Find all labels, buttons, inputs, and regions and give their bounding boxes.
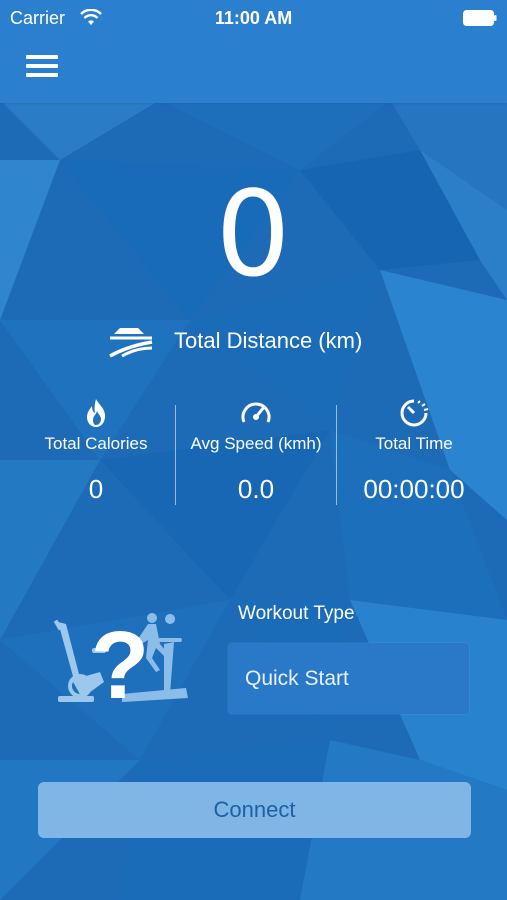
status-time: 11:00 AM [214,8,293,28]
status-bar: Carrier 11:00 AM [0,0,507,36]
stat-total-calories: Total Calories 0 [16,398,176,505]
stat-label: Total Time [375,434,453,453]
flame-icon [87,399,105,427]
connect-button[interactable]: Connect [38,782,471,838]
stat-total-time: Total Time 00:00:00 [334,398,494,505]
stat-label: Avg Speed (kmh) [190,434,322,453]
stopwatch-icon [400,399,429,427]
road-icon [109,328,153,358]
speedometer-icon [241,402,271,423]
hamburger-menu-icon[interactable] [18,48,62,84]
workout-equipment-question-icon: ? [53,612,188,710]
stat-value: 00:00:00 [363,474,465,504]
total-distance-label: Total Distance (km) [174,328,363,353]
svg-text:?: ? [91,612,150,710]
workout-type-select[interactable]: Quick Start [228,643,469,714]
dashboard: 0 Total Distance (km) Total Calories 0 A… [0,0,507,900]
stat-avg-speed: Avg Speed (kmh) 0.0 [176,398,336,505]
battery-icon [463,10,497,26]
total-distance-value: 0 [215,165,292,303]
workout-type-value: Quick Start [245,667,349,690]
stat-label: Total Calories [44,434,148,453]
navigation-bar [0,36,507,103]
stat-value: 0.0 [237,474,275,504]
stat-value: 0 [88,474,104,504]
workout-type-title: Workout Type [238,603,355,624]
